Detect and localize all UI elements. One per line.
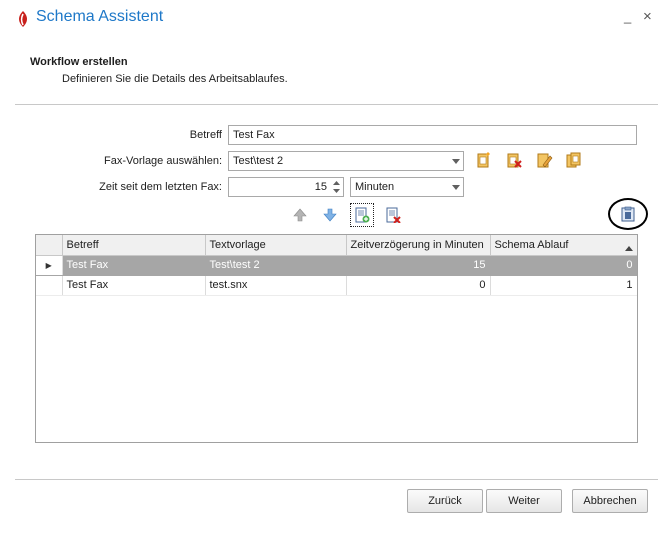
- footer-divider: [15, 479, 658, 480]
- back-button[interactable]: Zurück: [407, 489, 483, 513]
- spin-icon[interactable]: [332, 180, 341, 194]
- minimize-button[interactable]: _: [624, 9, 631, 24]
- window-title: Schema Assistent: [36, 8, 164, 25]
- column-header-schema-ablauf[interactable]: Schema Ablauf: [490, 235, 637, 256]
- cell-zeitverzoegerung[interactable]: 15: [346, 255, 491, 276]
- zeit-unit-select[interactable]: Minuten: [350, 177, 464, 197]
- cell-betreff[interactable]: Test Fax: [62, 255, 206, 276]
- zeit-label: Zeit seit dem letzten Fax:: [99, 181, 222, 193]
- cell-zeitverzoegerung[interactable]: 0: [346, 275, 491, 296]
- app-logo-icon: [19, 11, 27, 27]
- grid-row-header-corner: [36, 235, 63, 256]
- row-indicator: [36, 275, 63, 296]
- clipboard-button[interactable]: [608, 198, 648, 230]
- sort-ascending-icon: [624, 245, 633, 251]
- workflow-grid[interactable]: Betreff Textvorlage Zeitverzögerung in M…: [35, 234, 638, 443]
- cell-betreff[interactable]: Test Fax: [62, 275, 206, 296]
- betreff-label: Betreff: [189, 129, 222, 141]
- betreff-input[interactable]: Test Fax: [228, 125, 637, 145]
- cancel-button[interactable]: Abbrechen: [572, 489, 648, 513]
- copy-template-icon[interactable]: [565, 151, 583, 169]
- add-step-button[interactable]: [350, 203, 374, 227]
- zeit-unit-value: Minuten: [355, 181, 395, 193]
- zeit-stepper[interactable]: 15: [228, 177, 344, 197]
- remove-step-icon[interactable]: [385, 207, 401, 223]
- edit-template-icon[interactable]: [535, 151, 553, 169]
- page-title: Workflow erstellen: [30, 56, 128, 68]
- next-button[interactable]: Weiter: [486, 489, 562, 513]
- column-header-schema-ablauf-label: Schema Ablauf: [494, 238, 569, 251]
- cell-schema-ablauf[interactable]: 1: [490, 275, 637, 296]
- chevron-down-icon: [452, 159, 460, 164]
- fax-vorlage-value: Test\test 2: [233, 155, 284, 167]
- cell-textvorlage[interactable]: test.snx: [205, 275, 347, 296]
- cell-schema-ablauf[interactable]: 0: [490, 255, 637, 276]
- table-row[interactable]: ▶ Test Fax Test\test 2 15 0: [36, 255, 637, 276]
- header-divider: [15, 104, 658, 105]
- new-template-icon[interactable]: [475, 151, 493, 169]
- add-step-icon: [355, 207, 370, 223]
- column-header-betreff[interactable]: Betreff: [62, 235, 206, 256]
- grid-header-row: Betreff Textvorlage Zeitverzögerung in M…: [36, 235, 637, 256]
- chevron-down-icon: [452, 185, 460, 190]
- page-subtitle: Definieren Sie die Details des Arbeitsab…: [62, 73, 288, 85]
- cell-textvorlage[interactable]: Test\test 2: [205, 255, 347, 276]
- fax-vorlage-label: Fax-Vorlage auswählen:: [103, 155, 222, 167]
- zeit-value: 15: [314, 181, 327, 193]
- column-header-textvorlage[interactable]: Textvorlage: [205, 235, 347, 256]
- close-button[interactable]: ×: [643, 8, 652, 25]
- column-header-zeitverzoegerung[interactable]: Zeitverzögerung in Minuten: [346, 235, 491, 256]
- fax-vorlage-select[interactable]: Test\test 2: [228, 151, 464, 171]
- table-row[interactable]: Test Fax test.snx 0 1: [36, 275, 637, 296]
- arrow-down-icon[interactable]: [322, 207, 338, 223]
- clipboard-icon: [621, 206, 635, 222]
- arrow-up-icon[interactable]: [292, 207, 308, 223]
- row-indicator-icon: ▶: [36, 255, 63, 276]
- delete-template-icon[interactable]: [505, 151, 523, 169]
